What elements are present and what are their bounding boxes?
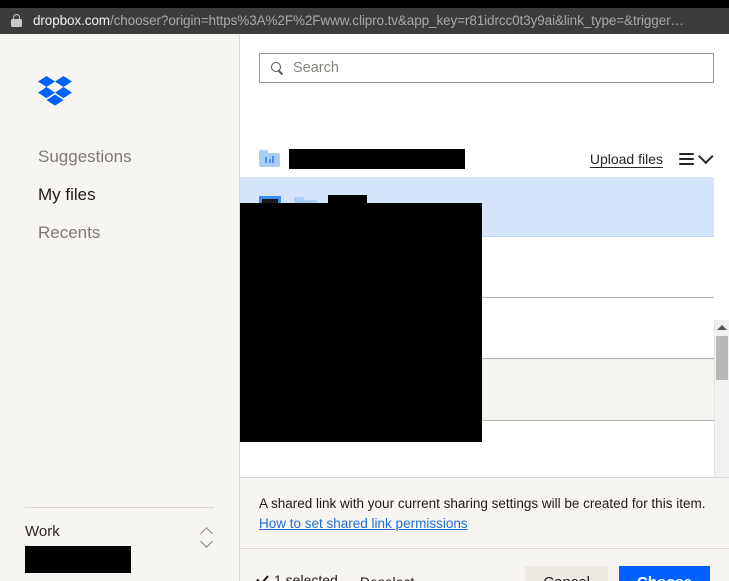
list-view-icon	[679, 152, 694, 165]
account-team-label: Work	[25, 523, 60, 540]
selected-count-label: 1 selected	[274, 572, 338, 581]
url-text: dropbox.com/chooser?origin=https%3A%2F%2…	[33, 8, 684, 34]
account-switcher[interactable]: Work	[25, 522, 214, 581]
shared-link-notice: A shared link with your current sharing …	[240, 477, 729, 549]
breadcrumb-folder-name-redacted[interactable]	[289, 148, 465, 169]
chevron-down-icon	[698, 148, 714, 165]
sidebar-divider	[25, 507, 214, 508]
dropbox-chooser-window: dropbox.com/chooser?origin=https%3A%2F%2…	[0, 0, 729, 581]
sidebar: Suggestions My files Recents Work	[0, 34, 240, 581]
file-names-redacted-overlay	[240, 203, 482, 442]
sidebar-item-suggestions[interactable]: Suggestions	[0, 138, 240, 176]
search-field-wrapper[interactable]	[259, 53, 714, 83]
url-path: /chooser?origin=https%3A%2F%2Fwww.clipro…	[109, 13, 684, 28]
deselect-button[interactable]: Deselect	[360, 574, 414, 581]
search-input[interactable]	[293, 55, 713, 81]
sidebar-nav: Suggestions My files Recents	[0, 138, 240, 252]
view-mode-button[interactable]	[679, 148, 714, 165]
sidebar-item-my-files[interactable]: My files	[0, 176, 240, 214]
notice-text-wrapper: A shared link with your current sharing …	[259, 494, 707, 534]
scroll-up-arrow-icon[interactable]	[715, 320, 729, 334]
sidebar-account-section: Work	[0, 507, 239, 581]
choose-button[interactable]: Choose	[618, 566, 710, 581]
account-info: Work	[25, 522, 200, 573]
sidebar-item-recents[interactable]: Recents	[0, 214, 240, 252]
upload-files-button[interactable]: Upload files	[590, 151, 663, 167]
account-name-redacted	[25, 546, 131, 573]
file-list-scrollbar[interactable]	[714, 320, 729, 477]
breadcrumb: Upload files	[240, 140, 729, 177]
shared-link-permissions-link[interactable]: How to set shared link permissions	[259, 516, 468, 531]
folder-icon	[259, 150, 280, 167]
notice-text: A shared link with your current sharing …	[259, 496, 706, 511]
browser-url-bar[interactable]: dropbox.com/chooser?origin=https%3A%2F%2…	[0, 8, 729, 34]
browser-top-strip	[0, 0, 729, 8]
lock-icon	[10, 14, 23, 28]
up-down-chevron-icon[interactable]	[200, 527, 214, 551]
footer-bar: 1 selected Deselect Cancel Choose	[240, 549, 729, 581]
check-icon	[256, 572, 269, 581]
url-domain: dropbox.com	[33, 13, 110, 28]
cancel-button[interactable]: Cancel	[525, 566, 608, 581]
selected-count-button[interactable]: 1 selected	[256, 572, 338, 581]
dropbox-logo	[38, 76, 72, 106]
scrollbar-thumb[interactable]	[716, 336, 728, 380]
search-icon	[271, 61, 284, 75]
